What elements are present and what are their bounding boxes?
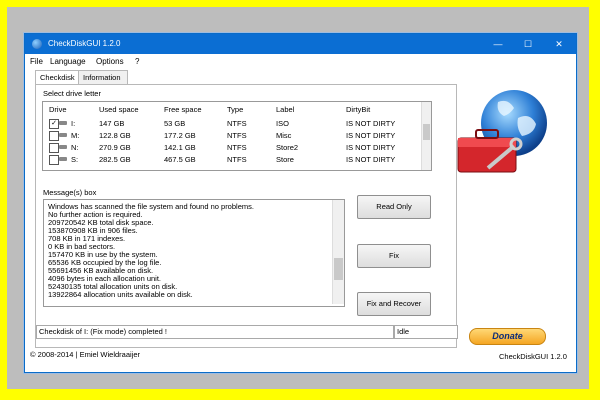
volume-label: Store [276, 155, 294, 164]
col-type[interactable]: Type [227, 105, 243, 114]
tab-checkdisk[interactable]: Checkdisk [35, 70, 79, 85]
free-space: 177.2 GB [164, 131, 196, 140]
maximize-button[interactable]: ☐ [514, 34, 542, 54]
status-state: Idle [394, 325, 458, 339]
menu-language[interactable]: Language [50, 57, 86, 66]
globe-app-icon [32, 39, 42, 49]
drive-icon [59, 145, 67, 149]
drive-icon [59, 157, 67, 161]
drive-icon [59, 121, 67, 125]
fix-and-recover-button[interactable]: Fix and Recover [357, 292, 431, 316]
drive-row[interactable]: ✓ I: 147 GB 53 GB NTFS ISO IS NOT DIRTY [43, 118, 421, 129]
globe-toolbox-icon [457, 90, 547, 173]
status-message: Checkdisk of I: (Fix mode) completed ! [36, 325, 394, 339]
close-button[interactable]: ✕ [545, 34, 573, 54]
drive-icon [59, 133, 67, 137]
message-line: 13922864 allocation units available on d… [48, 290, 193, 299]
drive-letter: S: [71, 155, 79, 164]
copyright-text: © 2008-2014 | Emiel Wieldraaijer [30, 350, 141, 359]
menu-bar: File Language Options ? [25, 54, 576, 70]
col-label[interactable]: Label [276, 105, 294, 114]
menu-file[interactable]: File [30, 57, 43, 66]
drive-list-scrollbar[interactable] [421, 102, 431, 170]
drive-letter: M: [71, 131, 80, 140]
drive-list: Drive Used space Free space Type Label D… [42, 101, 432, 171]
col-used-space[interactable]: Used space [99, 105, 139, 114]
version-text: CheckDiskGUI 1.2.0 [499, 352, 567, 361]
free-space: 53 GB [164, 119, 186, 128]
fs-type: NTFS [227, 155, 247, 164]
drive-checkbox[interactable] [49, 155, 59, 165]
dirty-status: IS NOT DIRTY [346, 143, 396, 152]
dirty-status: IS NOT DIRTY [346, 155, 396, 164]
used-space: 122.8 GB [99, 131, 131, 140]
fix-button[interactable]: Fix [357, 244, 431, 268]
window-title: CheckDiskGUI 1.2.0 [48, 39, 121, 48]
drive-letter: I: [71, 119, 76, 128]
menu-options[interactable]: Options [96, 57, 124, 66]
fs-type: NTFS [227, 119, 247, 128]
free-space: 467.5 GB [164, 155, 196, 164]
drive-checkbox[interactable] [49, 131, 59, 141]
drive-checkbox[interactable]: ✓ [49, 119, 59, 129]
title-bar[interactable]: CheckDiskGUI 1.2.0 — ☐ ✕ [25, 34, 576, 54]
minimize-button[interactable]: — [484, 34, 512, 54]
fs-type: NTFS [227, 131, 247, 140]
used-space: 270.9 GB [99, 143, 131, 152]
message-box[interactable]: Windows has scanned the file system and … [43, 199, 345, 307]
drive-row[interactable]: N: 270.9 GB 142.1 GB NTFS Store2 IS NOT … [43, 142, 421, 153]
message-group-label: Message(s) box [43, 188, 97, 197]
scrollbar-thumb[interactable] [334, 258, 343, 280]
volume-label: ISO [276, 119, 289, 128]
drive-row[interactable]: S: 282.5 GB 467.5 GB NTFS Store IS NOT D… [43, 154, 421, 165]
fs-type: NTFS [227, 143, 247, 152]
col-dirtybit[interactable]: DirtyBit [346, 105, 370, 114]
read-only-button[interactable]: Read Only [357, 195, 431, 219]
dirty-status: IS NOT DIRTY [346, 119, 396, 128]
donate-button[interactable]: Donate [469, 328, 546, 345]
col-free-space[interactable]: Free space [164, 105, 202, 114]
volume-label: Store2 [276, 143, 299, 152]
dirty-status: IS NOT DIRTY [346, 131, 396, 140]
volume-label: Misc [276, 131, 292, 140]
used-space: 282.5 GB [99, 155, 131, 164]
tab-information[interactable]: Information [78, 70, 128, 84]
used-space: 147 GB [99, 119, 125, 128]
menu-help[interactable]: ? [135, 57, 139, 66]
drive-letter: N: [71, 143, 79, 152]
drive-row[interactable]: M: 122.8 GB 177.2 GB NTFS Misc IS NOT DI… [43, 130, 421, 141]
message-scrollbar[interactable] [332, 200, 344, 304]
scrollbar-thumb[interactable] [423, 124, 430, 140]
drive-list-header: Drive Used space Free space Type Label D… [43, 102, 423, 115]
col-drive[interactable]: Drive [49, 105, 67, 114]
drive-checkbox[interactable] [49, 143, 59, 153]
drive-group-label: Select drive letter [43, 89, 101, 98]
free-space: 142.1 GB [164, 143, 196, 152]
